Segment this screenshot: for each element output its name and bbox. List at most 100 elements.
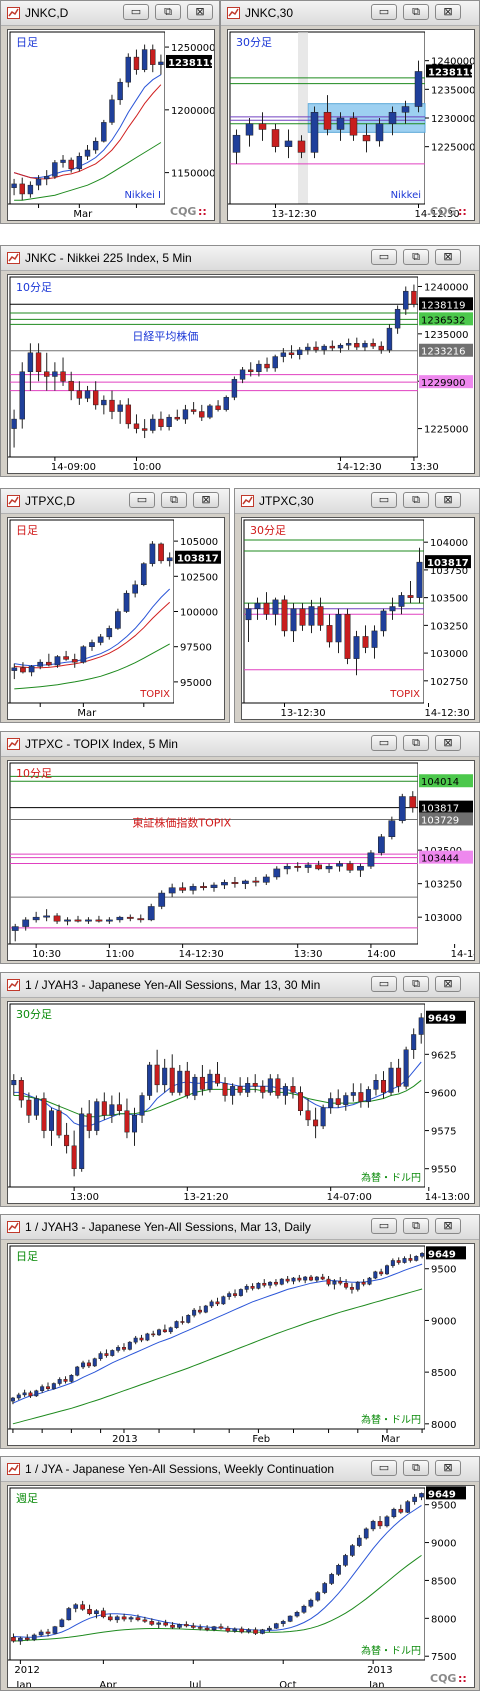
last-price-label: 9649 <box>428 1489 456 1500</box>
chart-window-icon <box>241 495 254 507</box>
chart-pane[interactable]: 9500 9000 8500 8000 7500 9649 週足 為替・ドル円 Jan Apr Ju… <box>7 1485 475 1688</box>
close-button[interactable]: ⊠ <box>187 4 213 20</box>
candle-body <box>304 864 312 868</box>
candle-body <box>180 1321 185 1323</box>
candle-body <box>124 1110 130 1133</box>
chart-jnkc-daily[interactable]: 1250000120000011500001238119日足Nikkei I25… <box>8 30 214 220</box>
candle-body <box>209 1301 214 1307</box>
restore-button[interactable]: ⧉ <box>403 1218 429 1234</box>
close-button[interactable]: ⊠ <box>435 735 461 751</box>
restore-button[interactable]: ⧉ <box>155 4 181 20</box>
candle-body <box>31 1634 37 1640</box>
minimize-button[interactable]: ▭ <box>129 492 155 508</box>
x-tick-label: Jan <box>15 1680 31 1687</box>
chart-pane[interactable]: 104000 103750 103500 103250 103000 102750 1038… <box>241 517 475 720</box>
titlebar[interactable]: JTPXC - TOPIX Index, 5 Min ▭ ⧉ ⊠ <box>1 732 479 757</box>
minimize-button[interactable]: ▭ <box>371 249 397 265</box>
close-button[interactable]: ⊠ <box>193 492 219 508</box>
chart-jyah3-daily[interactable]: 95009000850080009649日足為替・ドル円101724020714… <box>8 1244 474 1445</box>
window-jyah3-daily: 1 / JYAH3 - Japanese Yen-All Sessions, M… <box>0 1214 480 1449</box>
candle-body <box>268 1281 273 1286</box>
close-icon: ⊠ <box>201 493 211 506</box>
candle <box>174 1320 179 1329</box>
candle-body <box>24 1637 30 1640</box>
chart-jyah3-30min[interactable]: 9625 9600 9575 9550 9649 30分足為替・ドル円 13:00 13-21… <box>8 1002 474 1203</box>
titlebar[interactable]: 1 / JYAH3 - Japanese Yen-All Sessions, M… <box>1 973 479 998</box>
candle-body <box>190 409 197 412</box>
chart-jya-weekly[interactable]: 9500 9000 8500 8000 7500 9649 週足為替・ドル円 Jan Apr Ju… <box>8 1486 474 1687</box>
candle-body <box>326 625 333 643</box>
titlebar[interactable]: JTPXC,D ▭ ⧉ ⊠ <box>1 489 229 514</box>
titlebar[interactable]: JTPXC,30 ▭ ⧉ ⊠ <box>235 489 479 514</box>
titlebar[interactable]: JNKC,D ▭ ⧉ ⊠ <box>1 1 219 26</box>
candle-body <box>337 344 344 349</box>
close-button[interactable]: ⊠ <box>435 4 461 20</box>
candle-body <box>74 919 82 922</box>
candle-body <box>215 405 221 410</box>
candle-body <box>131 1115 138 1133</box>
restore-button[interactable]: ⧉ <box>403 1460 429 1476</box>
chart-pane[interactable]: 1250000120000011500001238119日足Nikkei I25… <box>7 29 215 221</box>
cqg-logo-mark: :: <box>458 205 467 218</box>
candle-body <box>87 1608 92 1615</box>
candle-body <box>114 1616 120 1621</box>
minimize-button[interactable]: ▭ <box>371 1218 397 1234</box>
y-tick-label: 97500 <box>180 643 212 654</box>
candle-body <box>166 557 173 562</box>
restore-button[interactable]: ⧉ <box>403 492 429 508</box>
chart-jtpxc-daily[interactable]: 105000 102500 100000 97500 95000 103817 日足 TOPI… <box>8 518 224 719</box>
candle-body <box>353 636 360 659</box>
chart-jtpxc-5min[interactable]: 1035001032501030001040141038171037291034… <box>8 761 474 960</box>
restore-icon: ⧉ <box>412 1461 420 1474</box>
candle-body <box>166 416 172 427</box>
restore-button[interactable]: ⧉ <box>403 735 429 751</box>
candle-body <box>345 343 352 346</box>
candle-body <box>279 1278 284 1285</box>
titlebar[interactable]: JNKC,30 ▭ ⧉ ⊠ <box>221 1 479 26</box>
chart-jtpxc-30min[interactable]: 1040001037501035001032501030001027501038… <box>242 518 474 719</box>
candle-body <box>184 1070 190 1096</box>
chart-pane[interactable]: 1240000 1235000 1230000 1225000 1238119 30分足 N… <box>227 29 475 221</box>
candle-body <box>22 1392 27 1396</box>
titlebar[interactable]: JNKC - Nikkei 225 Index, 5 Min ▭ ⧉ ⊠ <box>1 246 479 271</box>
candle-body <box>35 352 42 372</box>
chart-pane[interactable]: 95009000850080009649日足為替・ドル円101724020714… <box>7 1243 475 1446</box>
candle-body <box>151 1333 156 1336</box>
chart-jnkc-30min[interactable]: 1240000123500012300001225000123811930分足N… <box>228 30 474 220</box>
candle-body <box>76 156 83 170</box>
close-button[interactable]: ⊠ <box>435 1460 461 1476</box>
close-icon: ⊠ <box>443 1461 453 1474</box>
candle-body <box>101 399 107 406</box>
restore-button[interactable]: ⧉ <box>403 4 429 20</box>
minimize-button[interactable]: ▭ <box>371 1460 397 1476</box>
minimize-button[interactable]: ▭ <box>123 4 149 20</box>
y-tick-label: 104000 <box>430 538 468 549</box>
minimize-button[interactable]: ▭ <box>371 976 397 992</box>
close-button[interactable]: ⊠ <box>435 492 461 508</box>
candle-body <box>218 1626 224 1629</box>
candle-body <box>139 1095 145 1116</box>
window-jnkc-5min: JNKC - Nikkei 225 Index, 5 Min ▭ ⧉ ⊠ 124… <box>0 245 480 477</box>
close-button[interactable]: ⊠ <box>435 976 461 992</box>
candle-body <box>52 371 58 377</box>
chart-pane[interactable]: 105000 102500 100000 97500 95000 103817 日足 TOPI… <box>7 517 225 720</box>
candle-body <box>296 349 303 355</box>
restore-button[interactable]: ⧉ <box>161 492 187 508</box>
close-button[interactable]: ⊠ <box>435 249 461 265</box>
candle-body <box>56 1110 62 1136</box>
titlebar[interactable]: 1 / JYAH3 - Japanese Yen-All Sessions, M… <box>1 1215 479 1240</box>
minimize-button[interactable]: ▭ <box>371 492 397 508</box>
restore-button[interactable]: ⧉ <box>403 976 429 992</box>
minimize-button[interactable]: ▭ <box>371 4 397 20</box>
restore-button[interactable]: ⧉ <box>403 249 429 265</box>
chart-jnkc-5min[interactable]: 1240000123500012300001225000123811912365… <box>8 275 474 473</box>
candle-body <box>197 1627 203 1629</box>
x-tick-label: 14-12:30 <box>179 949 224 960</box>
chart-pane[interactable]: 9625 9600 9575 9550 9649 30分足 為替・ドル円 13:00 13-21… <box>7 1001 475 1204</box>
candle <box>405 1500 411 1514</box>
chart-pane[interactable]: 1240000123500012300001225000123811912365… <box>7 274 475 474</box>
chart-pane[interactable]: 1035001032501030001040141038171037291034… <box>7 760 475 961</box>
titlebar[interactable]: 1 / JYA - Japanese Yen-All Sessions, Wee… <box>1 1457 479 1482</box>
minimize-button[interactable]: ▭ <box>371 735 397 751</box>
close-button[interactable]: ⊠ <box>435 1218 461 1234</box>
